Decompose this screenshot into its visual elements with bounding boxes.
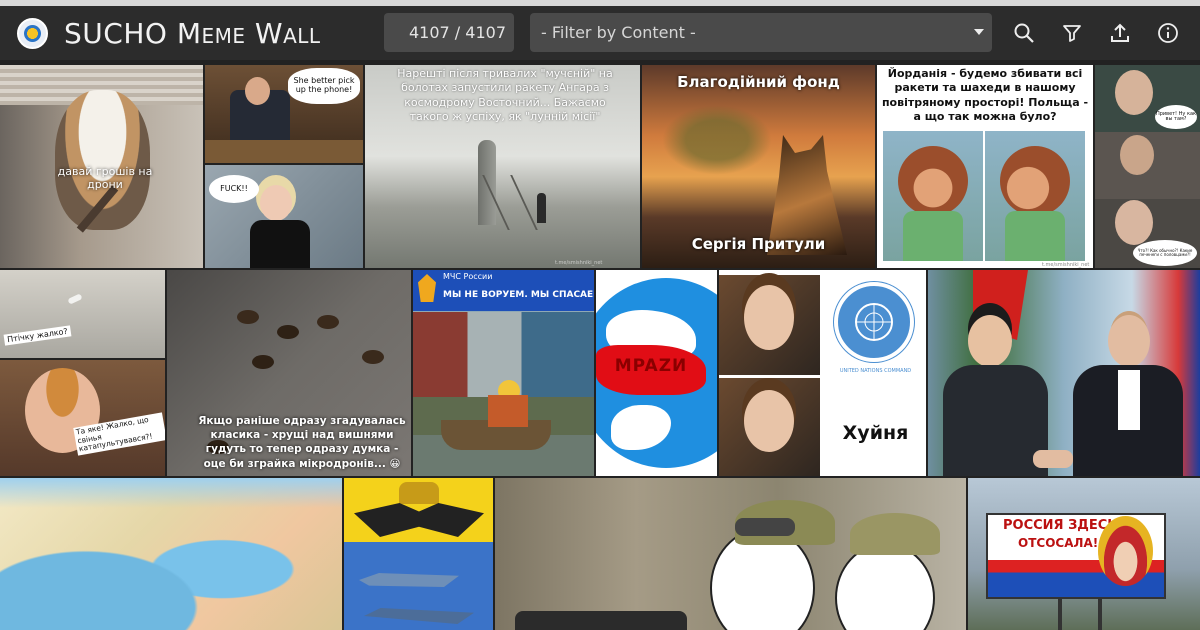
app-title: SUCHO Meme Wall [64, 17, 321, 50]
un-emblem-icon [834, 282, 914, 362]
meme-tile-globe[interactable]: MPAZИ [596, 270, 717, 476]
meme-caption-top: Благодійний фонд [677, 73, 840, 91]
meme-tile-rocket[interactable]: Нарешті після тривалих "мучєній" на боло… [365, 65, 640, 268]
meme-tile-monkey[interactable]: Йорданія - будемо збивати всі ракети та … [877, 65, 1093, 268]
meme-tile-bird-face[interactable]: Та яке! Жалко, що свінья катапультувався… [0, 360, 165, 476]
meme-caption-top: РОССИЯ ЗДЕСЬ [1003, 518, 1118, 533]
meme-grid: давай грошів на дрони She better pick up… [0, 60, 1200, 630]
meme-caption: Нарешті після тривалих "мучєній" на боло… [397, 67, 613, 123]
meme-tile-handshake[interactable] [928, 270, 1200, 476]
meme-tile-un[interactable]: UNITED NATIONS COMMAND Хуйня [719, 270, 926, 476]
filter-icon[interactable] [1059, 20, 1085, 46]
meme-caption: Якщо раніше одразу згадувалась класика -… [198, 415, 406, 470]
meme-tile-helmets[interactable] [495, 478, 966, 630]
meme-tile-phone-top[interactable]: She better pick up the phone! [205, 65, 363, 163]
search-icon[interactable] [1011, 20, 1037, 46]
chevron-down-icon [974, 29, 984, 35]
meme-tile-bugs[interactable]: Якщо раніше одразу згадувалась класика -… [167, 270, 411, 476]
meme-header: МЧС России [443, 272, 493, 281]
meme-caption: MPAZИ [614, 356, 688, 376]
logo-icon[interactable] [17, 18, 48, 49]
meme-tile-cat[interactable]: давай грошів на дрони [0, 65, 203, 268]
meme-tile-phone-bottom[interactable]: FUCK!! [205, 165, 363, 268]
meme-tile-gagarin[interactable]: Привет! Ну как вы там? Что?! Как обычно?… [1095, 65, 1200, 268]
meme-caption: давай грошів на дрони [57, 165, 153, 191]
speech-bubble: She better pick up the phone! [288, 68, 360, 104]
mchs-emblem-icon [418, 274, 436, 302]
meme-tile-bird[interactable]: Птічку жалко? [0, 270, 165, 358]
meme-slogan: МЫ НЕ ВОРУЕМ. МЫ СПАСАЕМ. [443, 290, 594, 300]
meme-tile-map[interactable] [0, 478, 342, 630]
meme-caption: Хуйня [842, 422, 909, 444]
upload-icon[interactable] [1107, 20, 1133, 46]
speech-bubble: Привет! Ну как вы там? [1155, 105, 1197, 129]
meme-counter[interactable]: 4107 / 4107 [384, 13, 514, 52]
meme-caption-top: Птічку жалко? [3, 325, 72, 346]
meme-tile-coat-of-arms[interactable] [344, 478, 493, 630]
content-filter-select[interactable]: - Filter by Content - [530, 13, 992, 52]
un-org-label: UNITED NATIONS COMMAND [839, 368, 912, 374]
meme-caption-bottom: Сергія Притули [691, 235, 826, 253]
meme-tile-dog[interactable]: Благодійний фонд Сергія Притули [642, 65, 875, 268]
meme-caption: Йорданія - будемо збивати всі ракети та … [881, 67, 1089, 123]
speech-bubble: FUCK!! [209, 175, 259, 203]
watermark: t.me/smishniki_net [1042, 262, 1090, 268]
watermark: t.me/smishniki_net [555, 260, 603, 266]
meme-tile-billboard[interactable]: РОССИЯ ЗДЕСЬ ОТСОСАЛА! [968, 478, 1200, 630]
meme-caption-bottom: ОТСОСАЛА! [1018, 536, 1099, 550]
toolbar: SUCHO Meme Wall 4107 / 4107 - Filter by … [0, 6, 1200, 60]
filter-label: - Filter by Content - [541, 23, 696, 42]
meme-tile-mchs[interactable]: МЧС России МЫ НЕ ВОРУЕМ. МЫ СПАСАЕМ. [413, 270, 594, 476]
info-icon[interactable] [1155, 20, 1181, 46]
speech-bubble: Что?! Как обычно?! Какие печенеги с поло… [1133, 240, 1197, 266]
floating-controls[interactable] [515, 611, 687, 630]
